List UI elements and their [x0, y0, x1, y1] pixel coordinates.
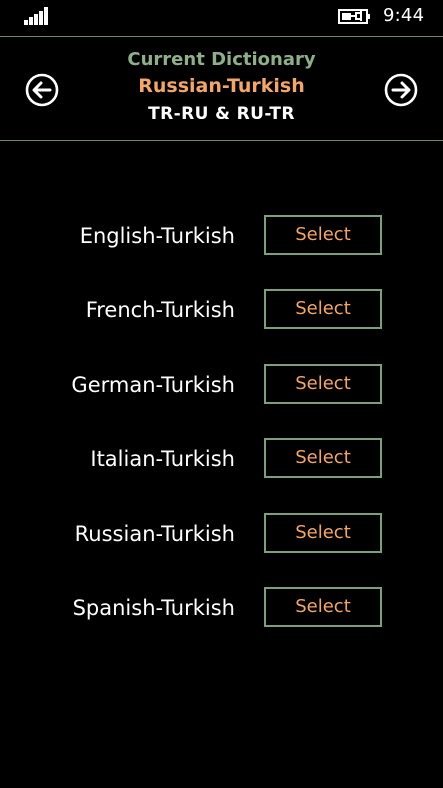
list-item-italian-turkish: Italian-Turkish Select	[0, 438, 443, 480]
select-german-turkish-button[interactable]: Select	[264, 364, 382, 404]
dictionary-label: English-Turkish	[79, 224, 235, 248]
list-item-russian-turkish: Russian-Turkish Select	[0, 513, 443, 555]
select-russian-turkish-button[interactable]: Select	[264, 513, 382, 553]
signal-strength-icon	[24, 7, 50, 25]
status-bar: 9:44	[0, 0, 443, 34]
select-french-turkish-button[interactable]: Select	[264, 289, 382, 329]
language-codes: TR-RU & RU-TR	[148, 104, 295, 124]
current-dictionary-name: Russian-Turkish	[138, 75, 305, 97]
list-item-german-turkish: German-Turkish Select	[0, 364, 443, 406]
dictionary-label: German-Turkish	[71, 373, 235, 397]
select-spanish-turkish-button[interactable]: Select	[264, 587, 382, 627]
forward-arrow-icon[interactable]	[384, 73, 418, 107]
select-english-turkish-button[interactable]: Select	[264, 215, 382, 255]
current-dictionary-caption: Current Dictionary	[127, 49, 316, 70]
header-divider	[0, 140, 443, 141]
list-item-french-turkish: French-Turkish Select	[0, 289, 443, 331]
battery-charging-icon	[338, 9, 370, 24]
dictionary-label: Spanish-Turkish	[72, 596, 235, 620]
back-arrow-icon[interactable]	[25, 73, 59, 107]
dictionary-label: Italian-Turkish	[90, 447, 235, 471]
clock: 9:44	[383, 5, 425, 26]
dictionary-label: French-Turkish	[85, 298, 235, 322]
header: Current Dictionary Russian-Turkish TR-RU…	[0, 37, 443, 140]
list-item-english-turkish: English-Turkish Select	[0, 215, 443, 257]
list-item-spanish-turkish: Spanish-Turkish Select	[0, 587, 443, 629]
select-italian-turkish-button[interactable]: Select	[264, 438, 382, 478]
dictionary-label: Russian-Turkish	[74, 522, 235, 546]
